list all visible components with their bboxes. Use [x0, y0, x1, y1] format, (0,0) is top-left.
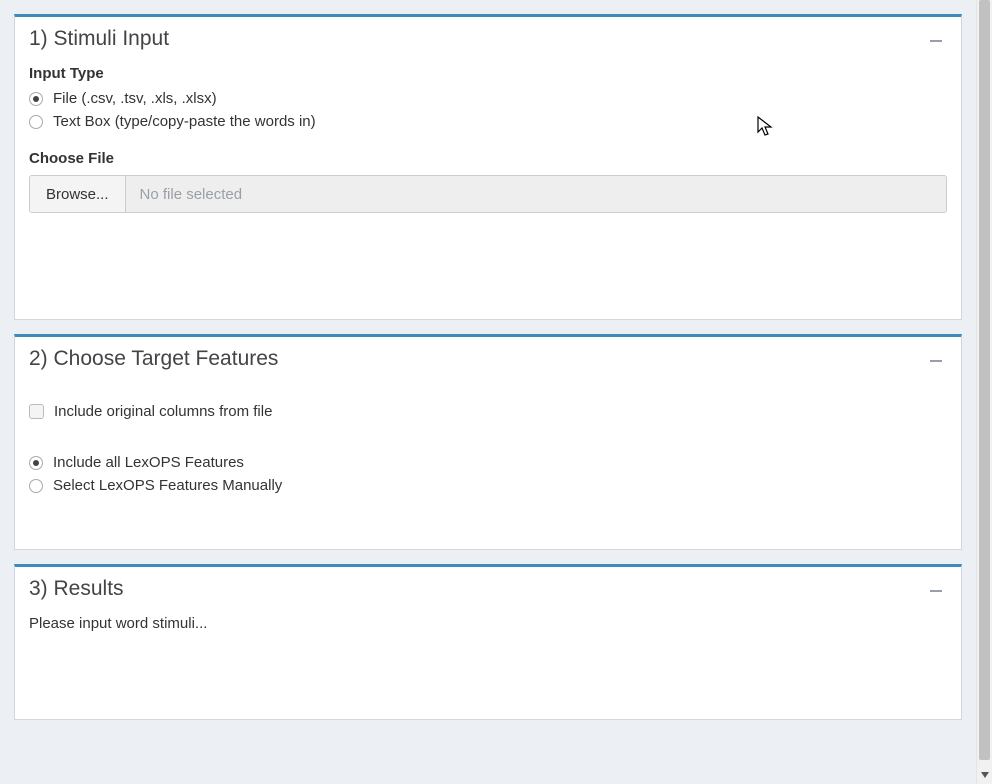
collapse-button[interactable]	[925, 348, 947, 370]
panel-title: 1) Stimuli Input	[29, 27, 169, 51]
radio-textbox-label: Text Box (type/copy-paste the words in)	[53, 113, 316, 130]
radio-icon	[29, 92, 43, 106]
checkbox-include-original-row[interactable]: Include original columns from file	[29, 403, 947, 420]
checkbox-include-original-label: Include original columns from file	[54, 403, 272, 420]
vertical-scrollbar[interactable]	[976, 0, 992, 784]
panel-results: 3) Results Please input word stimuli...	[14, 564, 962, 720]
radio-icon	[29, 456, 43, 470]
panel-header: 2) Choose Target Features	[15, 337, 961, 379]
radio-icon	[29, 479, 43, 493]
panel-body: Include original columns from file Inclu…	[15, 379, 961, 549]
input-type-label: Input Type	[29, 65, 947, 82]
panel-choose-target-features: 2) Choose Target Features Include origin…	[14, 334, 962, 550]
scrollbar-thumb[interactable]	[979, 0, 990, 760]
radio-file-label: File (.csv, .tsv, .xls, .xlsx)	[53, 90, 217, 107]
panel-body: Please input word stimuli...	[15, 609, 961, 719]
checkbox-icon	[29, 404, 44, 419]
minus-icon	[930, 34, 942, 45]
panel-header: 3) Results	[15, 567, 961, 609]
panel-header: 1) Stimuli Input	[15, 17, 961, 59]
collapse-button[interactable]	[925, 28, 947, 50]
choose-file-label: Choose File	[29, 150, 947, 167]
collapse-button[interactable]	[925, 578, 947, 600]
file-selected-display: No file selected	[126, 176, 946, 212]
page-content: 1) Stimuli Input Input Type File (.csv, …	[0, 14, 976, 734]
panel-body: Input Type File (.csv, .tsv, .xls, .xlsx…	[15, 59, 961, 319]
radio-include-all-label: Include all LexOPS Features	[53, 454, 244, 471]
minus-icon	[930, 354, 942, 365]
scroll-down-arrow-icon[interactable]	[977, 768, 992, 782]
radio-include-all-row[interactable]: Include all LexOPS Features	[29, 454, 947, 471]
radio-select-manually-label: Select LexOPS Features Manually	[53, 477, 282, 494]
radio-icon	[29, 115, 43, 129]
panel-stimuli-input: 1) Stimuli Input Input Type File (.csv, …	[14, 14, 962, 320]
file-picker: Browse... No file selected	[29, 175, 947, 213]
minus-icon	[930, 584, 942, 595]
radio-file-row[interactable]: File (.csv, .tsv, .xls, .xlsx)	[29, 90, 947, 107]
browse-button[interactable]: Browse...	[30, 176, 126, 212]
panel-title: 2) Choose Target Features	[29, 347, 278, 371]
radio-textbox-row[interactable]: Text Box (type/copy-paste the words in)	[29, 113, 947, 130]
panel-title: 3) Results	[29, 577, 124, 601]
radio-select-manually-row[interactable]: Select LexOPS Features Manually	[29, 477, 947, 494]
results-message: Please input word stimuli...	[29, 615, 207, 632]
